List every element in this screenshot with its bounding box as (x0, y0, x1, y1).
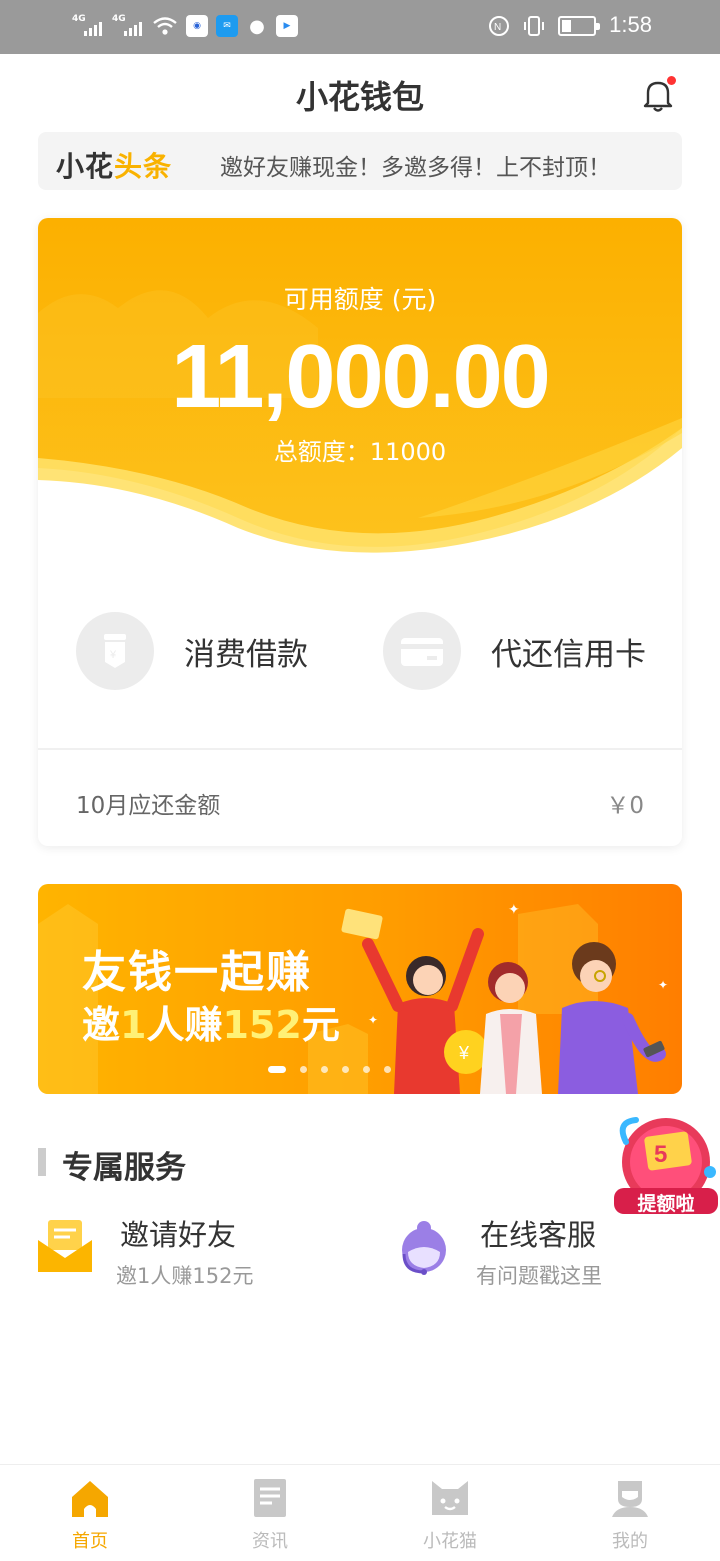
notification-bell-icon[interactable] (640, 76, 676, 114)
raise-limit-label: 提额啦 (637, 1193, 695, 1215)
wifi-icon (152, 14, 178, 38)
section-title: 专属服务 (62, 1150, 186, 1186)
baidu-icon: ◉ (186, 15, 208, 37)
carousel-dot[interactable] (384, 1066, 391, 1073)
credit-card-icon (383, 612, 461, 690)
banner-headline: 友钱一起赚 (82, 947, 312, 998)
carousel-indicator (268, 1066, 391, 1073)
carousel-dot[interactable] (268, 1066, 286, 1073)
tab-news[interactable]: 资讯 (180, 1465, 360, 1561)
credit-header: 可用额度 (元) 11,000.00 总额度：11000 (38, 218, 682, 568)
divider (38, 748, 682, 750)
promo-banner[interactable]: ✦ ✦ ✦ ¥ 友钱一起赚 邀1人赚152元 (38, 884, 682, 1094)
carousel-dot[interactable] (300, 1066, 307, 1073)
cat-icon (432, 1481, 468, 1515)
customer-service-icon (402, 1221, 446, 1275)
signal-icon: 4G (72, 14, 104, 38)
nfc-icon: N (489, 16, 509, 36)
credit-card-panel: 可用额度 (元) 11,000.00 总额度：11000 ¥ 消费借款 代还信用… (38, 218, 682, 846)
online-support-service[interactable]: 在线客服 有问题戳这里 (398, 1212, 638, 1292)
available-credit-label: 可用额度 (元) (283, 285, 437, 314)
raise-limit-badge[interactable]: 5 提额啦 (606, 1112, 720, 1222)
chat-icon: ● (249, 15, 265, 37)
available-credit-amount: 11,000.00 (171, 327, 550, 427)
svg-text:✦: ✦ (658, 978, 668, 992)
vibrate-icon (524, 16, 544, 36)
news-ticker[interactable]: 小花头条 邀好友赚现金！多邀多得！上不封顶！ (38, 132, 682, 190)
banner-subline: 邀1人赚152元 (82, 1003, 340, 1047)
page-title: 小花钱包 (295, 78, 424, 116)
notification-dot (667, 76, 676, 85)
total-credit: 总额度：11000 (273, 438, 447, 466)
section-marker (38, 1148, 46, 1176)
news-icon (254, 1479, 286, 1517)
signal-icon-2: 4G (112, 14, 144, 38)
invite-friends-service[interactable]: 邀请好友 邀1人赚152元 (38, 1212, 298, 1292)
tab-home[interactable]: 首页 (0, 1465, 180, 1561)
yen-pouch-icon: ¥ (76, 612, 154, 690)
due-amount-value[interactable]: ￥0 (606, 786, 644, 820)
youku-icon: ▶ (276, 15, 298, 37)
profile-icon (612, 1481, 648, 1517)
svg-text:✦: ✦ (508, 902, 520, 918)
carousel-dot[interactable] (342, 1066, 349, 1073)
repay-credit-card-button[interactable]: 代还信用卡 (383, 612, 646, 690)
clock: 1:58 (609, 12, 652, 37)
carousel-dot[interactable] (363, 1066, 370, 1073)
message-icon: ✉ (216, 15, 238, 37)
app-header: 小花钱包 (0, 54, 720, 132)
news-headline[interactable]: 邀好友赚现金！多邀多得！上不封顶！ (220, 148, 611, 182)
svg-text:¥: ¥ (458, 1043, 470, 1063)
news-logo: 小花头条 (56, 150, 173, 183)
tab-profile[interactable]: 我的 (540, 1465, 720, 1561)
carousel-dot[interactable] (321, 1066, 328, 1073)
consumer-loan-button[interactable]: ¥ 消费借款 (76, 612, 308, 690)
status-bar: 4G 4G ◉ ✉ ● ▶ N 1:58 (0, 0, 720, 54)
envelope-icon (38, 1220, 92, 1272)
svg-text:¥: ¥ (109, 649, 117, 661)
due-amount-label[interactable]: 10月应还金额 (76, 786, 220, 820)
battery-icon (558, 16, 600, 36)
svg-text:✦: ✦ (368, 1013, 378, 1027)
bottom-tab-bar: 首页 资讯 小花猫 我的 (0, 1464, 720, 1560)
home-icon (72, 1481, 108, 1517)
svg-text:N: N (494, 22, 501, 33)
tab-cat[interactable]: 小花猫 (360, 1465, 540, 1561)
svg-text:5: 5 (654, 1141, 667, 1168)
